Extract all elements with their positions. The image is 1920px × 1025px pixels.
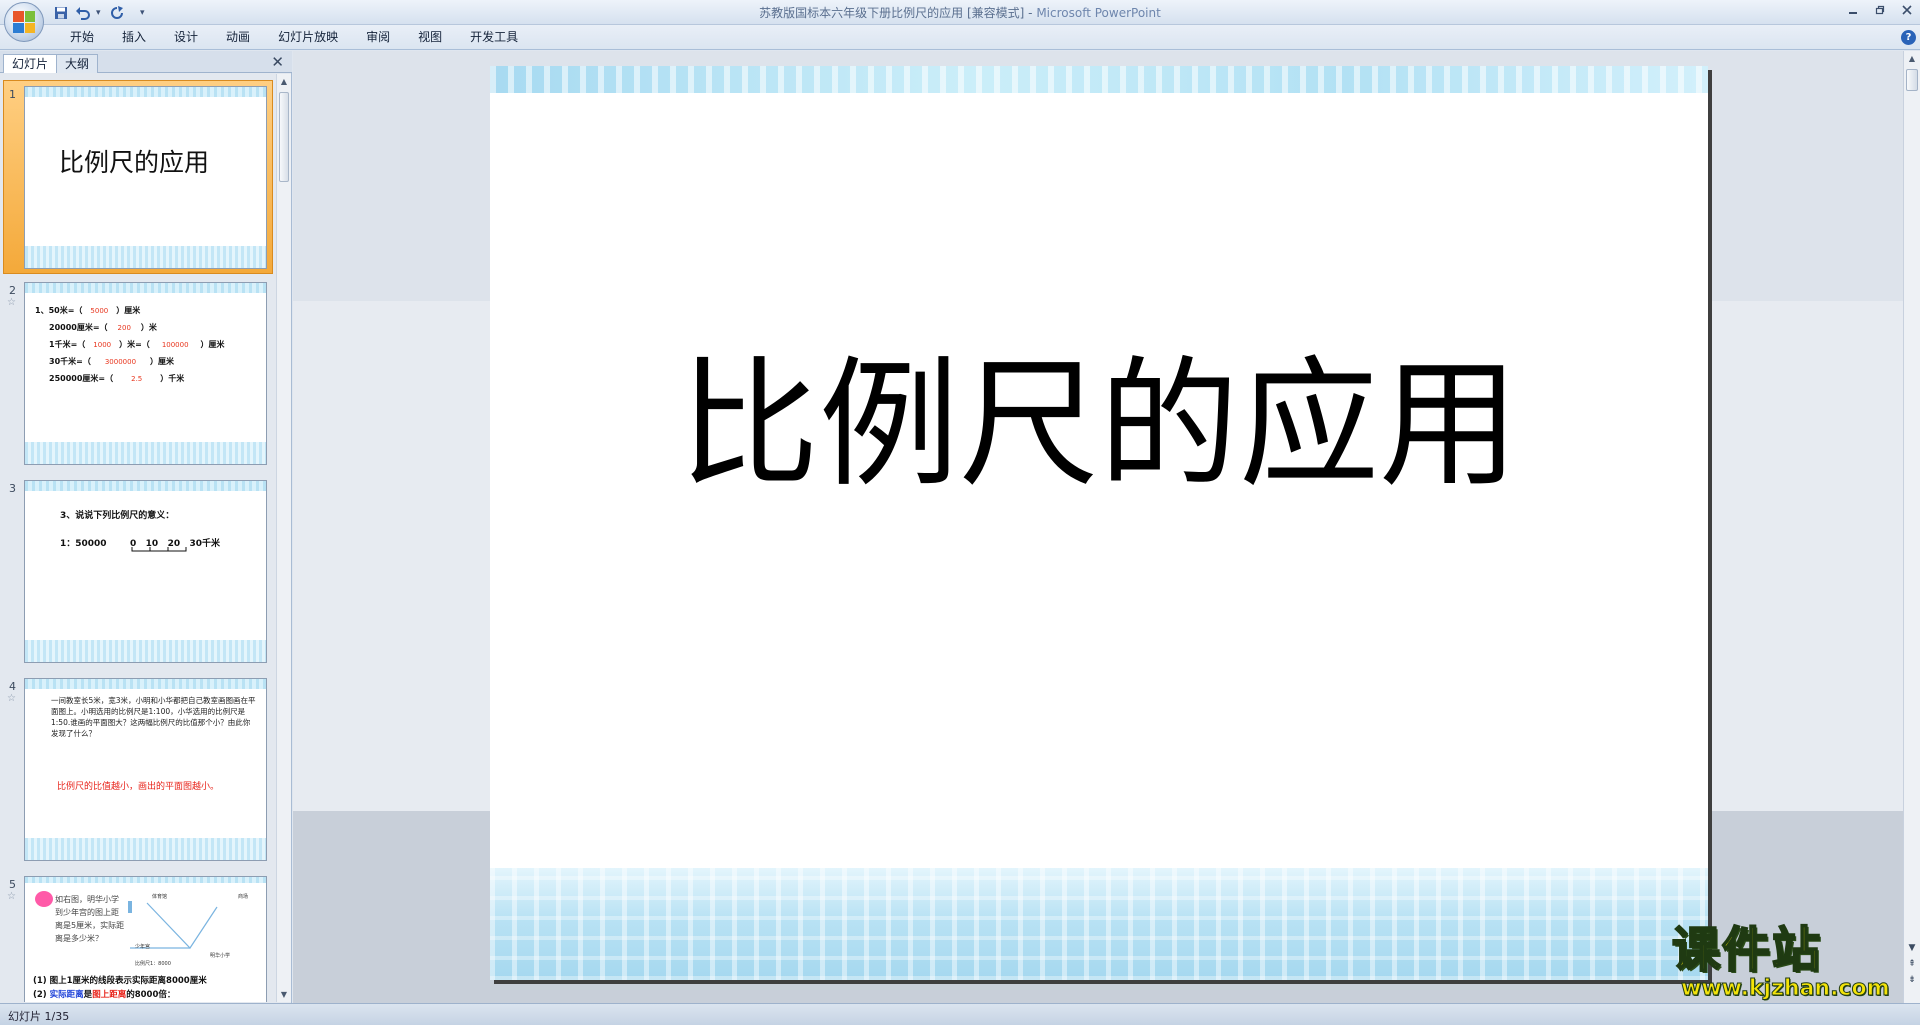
slide-thumbnail-3[interactable]: 3 3、说说下列比例尺的意义： 1：50000 0 10 20 30千米 [0, 478, 276, 674]
preview-ratio: 1：50000 [60, 539, 107, 549]
slide-number: 3 [9, 482, 16, 495]
close-panel-icon[interactable]: ✕ [271, 53, 284, 71]
slide-title[interactable]: 比例尺的应用 [490, 356, 1708, 496]
slide-thumbnail-1[interactable]: 1 比例尺的应用 [0, 80, 276, 280]
slide-thumbnail-2[interactable]: 2 ☆ 1、50米=（ 5000 ）厘米 20000厘米=（ 200 ）米 1千米=（ 1… [0, 280, 276, 476]
scroll-down-icon[interactable]: ▼ [1904, 941, 1920, 955]
ribbon-tabs: 开始 插入 设计 动画 幻灯片放映 审阅 视图 开发工具 [56, 25, 532, 50]
tab-design[interactable]: 设计 [160, 25, 212, 50]
tab-home[interactable]: 开始 [56, 25, 108, 50]
thumbnail-scrollbar[interactable]: ▲ ▼ [276, 74, 291, 1002]
thumbnail-list: 1 比例尺的应用 2 ☆ 1、50米=（ 5000 ）厘米 20000厘米=（ 200… [0, 74, 276, 1002]
scroll-thumb[interactable] [279, 92, 289, 182]
slide-indicator: 幻灯片 1/35 [8, 1010, 70, 1023]
status-bar: 幻灯片 1/35 [0, 1003, 1920, 1025]
minimize-icon[interactable] [1839, 0, 1866, 20]
animation-star-icon: ☆ [7, 891, 16, 902]
slide-top-decoration [490, 66, 1708, 93]
slide-preview: 1、50米=（ 5000 ）厘米 20000厘米=（ 200 ）米 1千米=（ 1000）… [24, 282, 267, 465]
slide-number: 5 [9, 878, 16, 891]
preview-top-band [25, 679, 266, 689]
map-label: 体育馆 [152, 894, 168, 900]
document-title: 苏教版国标本六年级下册比例尺的应用 [兼容模式] [759, 6, 1025, 20]
map-label: 明华小学 [210, 953, 231, 959]
map-label: 少年宫 [135, 944, 151, 950]
animation-star-icon: ☆ [7, 297, 16, 308]
help-icon[interactable]: ? [1901, 30, 1916, 45]
slide-number: 2 [9, 284, 16, 297]
title-separator: - [1024, 6, 1037, 20]
preview-answer-1: (1) 图上1厘米的线段表示实际距离8000厘米 [33, 976, 207, 986]
map-label: 比例尺1：8000 [135, 961, 171, 967]
slide-editing-area: 比例尺的应用 [293, 51, 1903, 1003]
slide-bottom-decoration [490, 868, 1708, 980]
preview-bottom-band [25, 640, 266, 662]
slide-preview: 比例尺的应用 [24, 86, 267, 269]
preview-conclusion: 比例尺的比值越小，画出的平面图越小。 [57, 782, 220, 792]
window-title: 苏教版国标本六年级下册比例尺的应用 [兼容模式] - Microsoft Pow… [0, 4, 1920, 21]
office-button[interactable] [4, 2, 44, 42]
preview-paragraph: 一间教室长5米，宽3米，小明和小华都把自己教室画图画在平面图上。小明选用的比例尺… [51, 696, 256, 738]
slide-thumbnail-5[interactable]: 5 ☆ 如右图，明华小学 到少年宫的图上距 离是5厘米，实际距 离是多少米？ 体… [0, 874, 276, 1002]
window-controls [1839, 0, 1920, 22]
title-bar: ▾ ▾ 苏教版国标本六年级下册比例尺的应用 [兼容模式] - Microsoft… [0, 0, 1920, 42]
tab-developer[interactable]: 开发工具 [456, 25, 532, 50]
preview-line: 1千米=（ 1000 ）米=（ 100000 ）厘米 [49, 340, 225, 349]
tab-slide-show[interactable]: 幻灯片放映 [264, 25, 352, 50]
slide-number: 1 [9, 88, 16, 101]
next-slide-icon[interactable]: ⇟ [1904, 973, 1920, 987]
previous-slide-icon[interactable]: ⇞ [1904, 957, 1920, 971]
scale-bar-icon [131, 547, 187, 552]
scroll-thumb[interactable] [1906, 69, 1918, 91]
preview-line: 250000厘米=（ 2.5 ）千米 [49, 374, 185, 383]
slide-preview: 如右图，明华小学 到少年宫的图上距 离是5厘米，实际距 离是多少米？ 体育馆 商… [24, 876, 267, 1002]
tab-review[interactable]: 审阅 [352, 25, 404, 50]
preview-top-band [25, 87, 266, 97]
preview-top-band [25, 283, 266, 293]
watermark-logo: 课件站 www.kjzhan.com [1665, 921, 1905, 1002]
preview-line: 20000厘米=（ 200 ）米 [49, 323, 157, 332]
preview-bottom-band [25, 838, 266, 860]
preview-answer-2: (2) 实际距离是图上距离的8000倍： [33, 990, 176, 1000]
office-logo-icon [13, 11, 35, 33]
preview-heading: 3、说说下列比例尺的意义： [60, 511, 175, 521]
preview-bottom-band [25, 246, 266, 268]
preview-line: 1、50米=（ 5000 ）厘米 [35, 306, 141, 315]
tab-outline[interactable]: 大纲 [56, 54, 99, 73]
slides-panel: 幻灯片 大纲 ✕ 1 比例尺的应用 2 ☆ 1、50米=（ 5000 ）厘米 200… [0, 51, 292, 1003]
preview-question: 如右图，明华小学 到少年宫的图上距 离是5厘米，实际距 离是多少米？ [55, 895, 125, 943]
close-icon[interactable] [1893, 0, 1920, 20]
cartoon-icon [35, 891, 53, 907]
panel-tabs: 幻灯片 大纲 ✕ [0, 51, 292, 73]
preview-top-band [25, 481, 266, 491]
scroll-down-icon[interactable]: ▼ [277, 987, 291, 1002]
preview-line: 30千米=（ 3000000 ）厘米 [49, 357, 175, 366]
preview-title: 比例尺的应用 [59, 148, 210, 177]
map-diagram-icon [128, 901, 218, 949]
scroll-up-icon[interactable]: ▲ [277, 74, 291, 89]
tab-insert[interactable]: 插入 [108, 25, 160, 50]
animation-star-icon: ☆ [7, 693, 16, 704]
current-slide[interactable]: 比例尺的应用 [490, 66, 1708, 980]
restore-icon[interactable] [1866, 0, 1893, 20]
tab-animations[interactable]: 动画 [212, 25, 264, 50]
watermark-title: 课件站 [1671, 921, 1823, 979]
map-label: 商场 [238, 894, 249, 900]
preview-bottom-band [25, 442, 266, 464]
slide-thumbnail-4[interactable]: 4 ☆ 一间教室长5米，宽3米，小明和小华都把自己教室画图画在平面图上。小明选用… [0, 676, 276, 872]
slide-scrollbar[interactable]: ▲ ▼ ⇞ ⇟ [1903, 51, 1920, 1003]
watermark-url: www.kjzhan.com [1681, 976, 1891, 1002]
app-name: Microsoft PowerPoint [1036, 6, 1161, 20]
tab-view[interactable]: 视图 [404, 25, 456, 50]
slide-preview: 一间教室长5米，宽3米，小明和小华都把自己教室画图画在平面图上。小明选用的比例尺… [24, 678, 267, 861]
scroll-up-icon[interactable]: ▲ [1904, 51, 1920, 67]
ribbon-tab-bar: 开始 插入 设计 动画 幻灯片放映 审阅 视图 开发工具 ? [0, 25, 1920, 50]
tab-slides[interactable]: 幻灯片 [3, 54, 58, 73]
slide-preview: 3、说说下列比例尺的意义： 1：50000 0 10 20 30千米 [24, 480, 267, 663]
slide-number: 4 [9, 680, 16, 693]
preview-top-band [25, 877, 266, 883]
